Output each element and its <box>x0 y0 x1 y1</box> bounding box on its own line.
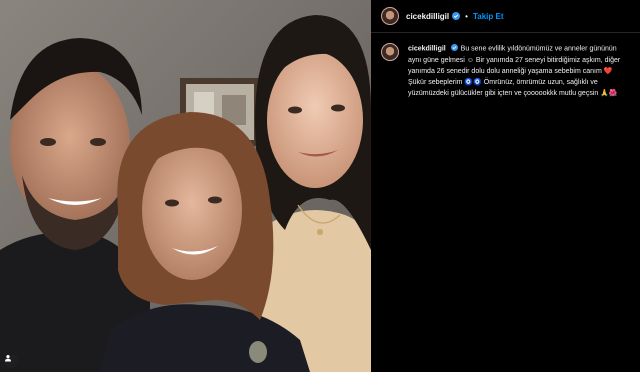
smile-emoji: ☺ <box>466 56 474 64</box>
post-side-panel: cicekdilligil • Takip Et cicekdilligil B… <box>371 0 640 372</box>
caption-text: cicekdilligil Bu sene evlilik yıldönümüm… <box>408 43 630 99</box>
heart-emoji: ❤️ <box>603 67 613 75</box>
caption-part-3: Şükür sebeplerim <box>408 78 465 86</box>
header-username[interactable]: cicekdilligil <box>406 12 449 21</box>
header-separator: • <box>465 11 468 21</box>
pray-flower-emoji: 🙏🌺 <box>600 89 618 97</box>
caption-verified-badge-icon <box>451 43 459 51</box>
post-photo[interactable] <box>0 0 371 372</box>
evil-eye-emoji: 🧿🧿 <box>464 78 482 86</box>
caption-avatar[interactable] <box>381 43 399 61</box>
user-tag-button[interactable] <box>4 354 18 368</box>
caption-username[interactable]: cicekdilligil <box>408 46 446 53</box>
follow-button[interactable]: Takip Et <box>473 12 504 21</box>
avatar[interactable] <box>381 7 399 25</box>
user-tag-icon <box>5 355 11 362</box>
post-header: cicekdilligil • Takip Et <box>371 0 640 33</box>
caption-row: cicekdilligil Bu sene evlilik yıldönümüm… <box>371 33 640 99</box>
family-photo-image <box>0 0 371 372</box>
verified-badge-icon <box>452 12 461 20</box>
